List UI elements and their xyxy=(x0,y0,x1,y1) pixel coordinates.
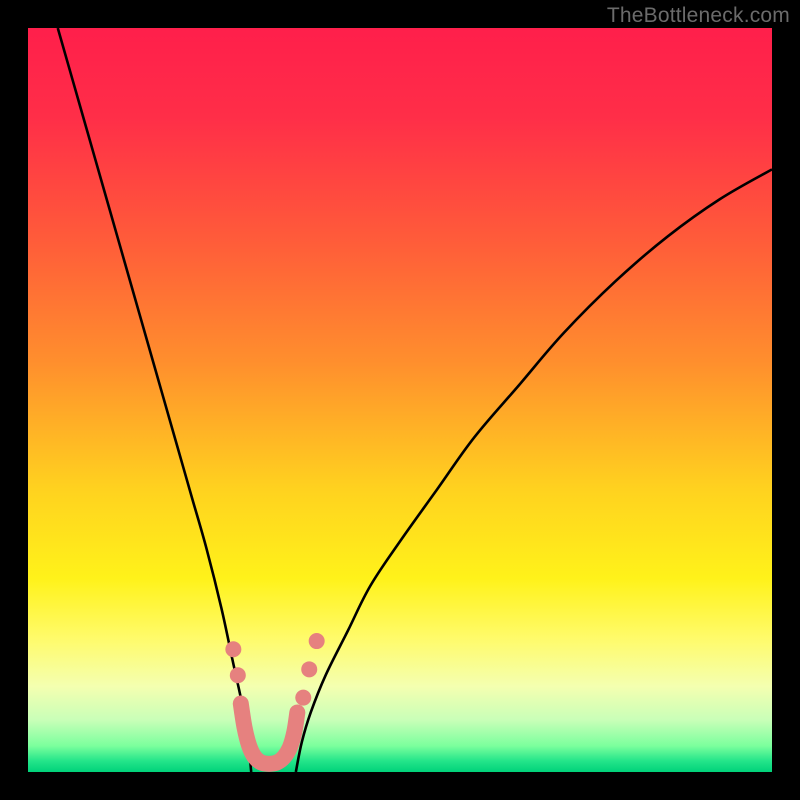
marker-dot xyxy=(301,661,317,677)
marker-dot xyxy=(225,641,241,657)
chart-frame: TheBottleneck.com xyxy=(0,0,800,800)
gradient-background xyxy=(28,28,772,772)
marker-dot xyxy=(230,667,246,683)
marker-dot xyxy=(295,690,311,706)
marker-dot xyxy=(309,633,325,649)
bottleneck-chart xyxy=(28,28,772,772)
plot-area xyxy=(28,28,772,772)
watermark-text: TheBottleneck.com xyxy=(607,4,790,28)
